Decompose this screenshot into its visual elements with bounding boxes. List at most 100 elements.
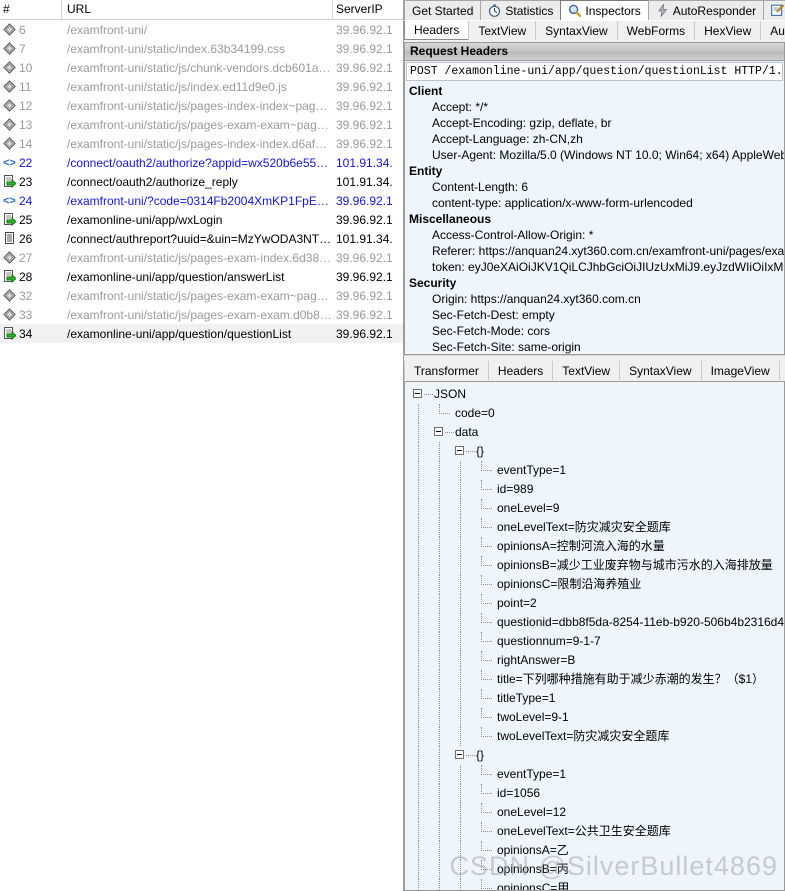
composer-pencil-icon bbox=[771, 4, 785, 17]
json-tree-row[interactable]: oneLevel=9 bbox=[405, 499, 784, 518]
tab-get-started[interactable]: Get Started bbox=[404, 0, 482, 20]
json-tree-row[interactable]: twoLevelText=防灾减灾安全题库 bbox=[405, 727, 784, 746]
tree-branch-icon bbox=[476, 841, 497, 860]
tab-cor[interactable]: Cor bbox=[763, 0, 785, 20]
header-item[interactable]: Referer: https://anquan24.xyt360.com.cn/… bbox=[405, 243, 784, 259]
response-tab-transformer[interactable]: Transformer bbox=[404, 361, 489, 380]
json-tree-row[interactable]: {} bbox=[405, 442, 784, 461]
header-item[interactable]: Sec-Fetch-Site: same-origin bbox=[405, 339, 784, 354]
json-node-label: code=0 bbox=[455, 406, 495, 420]
tab-autoresponder[interactable]: AutoResponder bbox=[647, 0, 765, 20]
response-tab-he[interactable]: He bbox=[778, 361, 785, 380]
session-serverip: 39.96.92.1 bbox=[336, 307, 393, 322]
header-item[interactable]: User-Agent: Mozilla/5.0 (Windows NT 10.0… bbox=[405, 147, 784, 163]
column-header-url[interactable]: URL bbox=[62, 0, 333, 19]
json-tree-row[interactable]: oneLevel=12 bbox=[405, 803, 784, 822]
tree-expander-icon[interactable] bbox=[413, 385, 434, 404]
json-tree-row[interactable]: oneLevelText=防灾减灾安全题库 bbox=[405, 518, 784, 537]
request-tab-auth[interactable]: Auth bbox=[760, 21, 785, 40]
tree-expander-icon[interactable] bbox=[434, 423, 455, 442]
json-tree-row[interactable]: eventType=1 bbox=[405, 461, 784, 480]
json-tree-row[interactable]: opinionsA=控制河流入海的水量 bbox=[405, 537, 784, 556]
json-tree-row[interactable]: questionnum=9-1-7 bbox=[405, 632, 784, 651]
column-header-number[interactable]: # bbox=[0, 0, 62, 19]
json-tree-row[interactable]: titleType=1 bbox=[405, 689, 784, 708]
header-item[interactable]: Origin: https://anquan24.xyt360.com.cn bbox=[405, 291, 784, 307]
header-item[interactable]: Accept-Encoding: gzip, deflate, br bbox=[405, 115, 784, 131]
header-group-title[interactable]: Security bbox=[405, 275, 784, 291]
session-number-cell: 27 bbox=[0, 251, 62, 265]
session-number-cell: 28 bbox=[0, 270, 62, 284]
tree-expander-icon[interactable] bbox=[455, 442, 476, 461]
session-row[interactable]: 26/connect/authreport?uuid=&uin=MzYwODA3… bbox=[0, 229, 403, 248]
session-row[interactable]: 33/examfront-uni/static/js/pages-exam-ex… bbox=[0, 305, 403, 324]
json-tree-row[interactable]: rightAnswer=B bbox=[405, 651, 784, 670]
tree-branch-icon bbox=[476, 860, 497, 879]
json-tree-row[interactable]: questionid=dbb8f5da-8254-11eb-b920-506b4… bbox=[405, 613, 784, 632]
json-tree-row[interactable]: opinionsB=丙 bbox=[405, 860, 784, 879]
json-tree-row[interactable]: opinionsC=甲 bbox=[405, 879, 784, 890]
header-item[interactable]: Accept-Language: zh-CN,zh bbox=[405, 131, 784, 147]
session-number-cell: 13 bbox=[0, 118, 62, 132]
json-tree-row[interactable]: eventType=1 bbox=[405, 765, 784, 784]
json-tree-row[interactable]: oneLevelText=公共卫生安全题库 bbox=[405, 822, 784, 841]
session-url: /examonline-uni/app/wxLogin bbox=[67, 212, 223, 227]
request-tab-headers[interactable]: Headers bbox=[404, 21, 470, 40]
json-tree-row[interactable]: opinionsC=限制沿海养殖业 bbox=[405, 575, 784, 594]
request-line[interactable]: POST /examonline-uni/app/question/questi… bbox=[406, 62, 783, 81]
cached-diamond-icon bbox=[3, 137, 16, 150]
column-header-serverip[interactable]: ServerIP bbox=[333, 0, 403, 19]
session-row[interactable]: 10/examfront-uni/static/js/chunk-vendors… bbox=[0, 58, 403, 77]
request-tab-textview[interactable]: TextView bbox=[468, 21, 537, 40]
request-tab-hexview[interactable]: HexView bbox=[694, 21, 762, 40]
header-item[interactable]: token: eyJ0eXAiOiJKV1QiLCJhbGciOiJIUzUxM… bbox=[405, 259, 784, 275]
session-row[interactable]: 27/examfront-uni/static/js/pages-exam-in… bbox=[0, 248, 403, 267]
tab-inspectors[interactable]: Inspectors bbox=[560, 0, 649, 20]
json-node-label: opinionsB=减少工业废弃物与城市污水的入海排放量 bbox=[497, 558, 773, 572]
header-group-title[interactable]: Client bbox=[405, 83, 784, 99]
response-tab-imageview[interactable]: ImageView bbox=[700, 361, 780, 380]
json-tree-row[interactable]: JSON bbox=[405, 385, 784, 404]
json-tree-row[interactable]: {} bbox=[405, 746, 784, 765]
json-tree-row[interactable]: title=下列哪种措施有助于减少赤潮的发生？（$1） bbox=[405, 670, 784, 689]
session-row[interactable]: 7/examfront-uni/static/index.63b34199.cs… bbox=[0, 39, 403, 58]
response-tab-headers[interactable]: Headers bbox=[487, 361, 554, 380]
tree-branch-icon bbox=[476, 594, 497, 613]
response-tab-textview[interactable]: TextView bbox=[552, 361, 621, 380]
session-row[interactable]: 34/examonline-uni/app/question/questionL… bbox=[0, 324, 403, 343]
session-row[interactable]: 32/examfront-uni/static/js/pages-exam-ex… bbox=[0, 286, 403, 305]
request-tab-syntaxview[interactable]: SyntaxView bbox=[535, 21, 618, 40]
session-row[interactable]: 14/examfront-uni/static/js/pages-index-i… bbox=[0, 134, 403, 153]
session-row[interactable]: 12/examfront-uni/static/js/pages-index-i… bbox=[0, 96, 403, 115]
json-tree-row[interactable]: opinionsA=乙 bbox=[405, 841, 784, 860]
session-row[interactable]: 28/examonline-uni/app/question/answerLis… bbox=[0, 267, 403, 286]
session-row[interactable]: <> 24/examfront-uni/?code=0314Fb2004XmKP1… bbox=[0, 191, 403, 210]
json-tree-row[interactable]: code=0 bbox=[405, 404, 784, 423]
json-tree-row[interactable]: id=989 bbox=[405, 480, 784, 499]
header-group-title[interactable]: Miscellaneous bbox=[405, 211, 784, 227]
session-row[interactable]: 11/examfront-uni/static/js/index.ed11d9e… bbox=[0, 77, 403, 96]
session-serverip: 39.96.92.1 bbox=[336, 212, 393, 227]
header-item[interactable]: Accept: */* bbox=[405, 99, 784, 115]
header-item[interactable]: Sec-Fetch-Dest: empty bbox=[405, 307, 784, 323]
session-row[interactable]: 25/examonline-uni/app/wxLogin 39.96.92.1 bbox=[0, 210, 403, 229]
header-item[interactable]: Access-Control-Allow-Origin: * bbox=[405, 227, 784, 243]
header-item[interactable]: content-type: application/x-www-form-url… bbox=[405, 195, 784, 211]
session-row[interactable]: <> 22/connect/oauth2/authorize?appid=wx52… bbox=[0, 153, 403, 172]
header-item[interactable]: Sec-Fetch-Mode: cors bbox=[405, 323, 784, 339]
json-tree-row[interactable]: twoLevel=9-1 bbox=[405, 708, 784, 727]
tree-guide bbox=[455, 670, 476, 689]
json-tree-row[interactable]: opinionsB=减少工业废弃物与城市污水的入海排放量 bbox=[405, 556, 784, 575]
json-tree-row[interactable]: id=1056 bbox=[405, 784, 784, 803]
header-item[interactable]: Content-Length: 6 bbox=[405, 179, 784, 195]
json-tree-row[interactable]: data bbox=[405, 423, 784, 442]
session-row[interactable]: 13/examfront-uni/static/js/pages-exam-ex… bbox=[0, 115, 403, 134]
session-row[interactable]: 6/examfront-uni/39.96.92.1 bbox=[0, 20, 403, 39]
tree-expander-icon[interactable] bbox=[455, 746, 476, 765]
header-group-title[interactable]: Entity bbox=[405, 163, 784, 179]
json-tree-row[interactable]: point=2 bbox=[405, 594, 784, 613]
tab-statistics[interactable]: Statistics bbox=[480, 0, 562, 20]
response-tab-syntaxview[interactable]: SyntaxView bbox=[619, 361, 702, 380]
request-tab-webforms[interactable]: WebForms bbox=[616, 21, 696, 40]
session-row[interactable]: 23/connect/oauth2/authorize_reply 101.91.… bbox=[0, 172, 403, 191]
